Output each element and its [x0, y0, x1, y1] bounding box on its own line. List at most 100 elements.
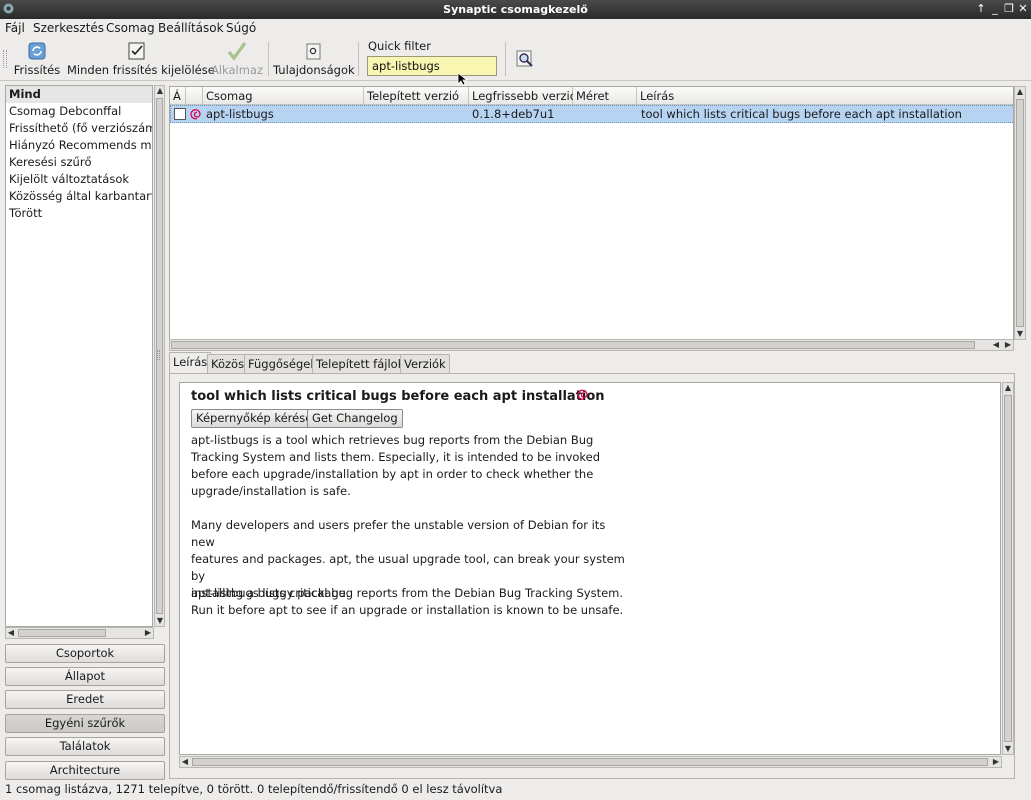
- filter-item-community-maintained[interactable]: Közösség által karbantartot: [6, 188, 152, 205]
- apply-label: Alkalmaz: [210, 63, 264, 77]
- tab-dependencies[interactable]: Függőségek: [244, 354, 322, 373]
- description-line: Run it before apt to see if an upgrade o…: [191, 603, 624, 617]
- architecture-button[interactable]: Architecture: [5, 761, 165, 780]
- cell-package-name: apt-listbugs: [206, 107, 274, 121]
- menu-settings[interactable]: Beállítások: [158, 21, 224, 35]
- filter-list-horizontal-scrollbar[interactable]: ◀ ▶: [5, 627, 154, 639]
- checkmark-icon: [227, 42, 247, 61]
- close-icon[interactable]: ✕: [1016, 2, 1030, 16]
- column-header-installed-version[interactable]: Telepített verzió: [364, 87, 469, 105]
- quick-filter-input[interactable]: [367, 56, 497, 76]
- mark-all-label: Minden frissítés kijelölése: [67, 63, 215, 77]
- quick-filter-label: Quick filter: [368, 39, 431, 53]
- custom-filters-button[interactable]: Egyéni szűrők: [5, 714, 165, 733]
- properties-label: Tulajdonságok: [273, 63, 355, 77]
- menu-help[interactable]: Súgó: [226, 21, 256, 35]
- mark-all-upgrades-button[interactable]: Minden frissítés kijelölése: [67, 40, 215, 80]
- scroll-right-arrow-icon[interactable]: ▶: [991, 757, 1001, 767]
- description-view: tool which lists critical bugs before ea…: [179, 382, 1001, 755]
- sections-button[interactable]: Csoportok: [5, 644, 165, 663]
- scroll-up-arrow-icon[interactable]: ▲: [1015, 87, 1025, 97]
- scrollbar-thumb[interactable]: [192, 758, 988, 766]
- minimize-icon[interactable]: _: [988, 2, 1002, 16]
- maximize-icon[interactable]: ❐: [1002, 2, 1016, 16]
- scroll-up-arrow-icon[interactable]: ▲: [155, 86, 165, 96]
- scroll-right-arrow-icon[interactable]: ▶: [1003, 340, 1013, 350]
- origin-button[interactable]: Eredet: [5, 690, 165, 709]
- toolbar-separator: [358, 42, 359, 76]
- tab-installed-files[interactable]: Telepített fájlok: [312, 354, 409, 373]
- get-screenshot-button[interactable]: Képernyőkép kérése: [191, 409, 318, 428]
- tab-common[interactable]: Közös: [207, 354, 249, 373]
- scroll-left-arrow-icon[interactable]: ◀: [991, 340, 1001, 350]
- debian-swirl-icon: [190, 109, 201, 120]
- filter-item-upgradable[interactable]: Frissíthető (fő verziószám v: [6, 120, 152, 137]
- tab-versions[interactable]: Verziók: [400, 354, 450, 373]
- tab-description[interactable]: Leírás: [169, 352, 212, 373]
- column-header-description[interactable]: Leírás: [637, 87, 1013, 105]
- status-bar: 1 csomag listázva, 1271 telepítve, 0 tör…: [5, 782, 503, 796]
- scroll-down-arrow-icon[interactable]: ▼: [1015, 329, 1025, 339]
- column-header-status[interactable]: Á: [170, 87, 186, 105]
- column-header-size[interactable]: Méret: [573, 87, 637, 105]
- menu-package[interactable]: Csomag: [106, 21, 155, 35]
- menu-file[interactable]: Fájl: [5, 21, 25, 35]
- filter-item-debconf[interactable]: Csomag Debconffal: [6, 103, 152, 120]
- package-table-vertical-scrollbar[interactable]: ▲ ▼: [1014, 86, 1026, 340]
- toolbar-separator: [505, 42, 506, 76]
- window-title: Synaptic csomagkezelő: [443, 3, 588, 16]
- scrollbar-thumb[interactable]: [1016, 99, 1024, 327]
- column-header-package[interactable]: Csomag: [203, 87, 364, 105]
- filter-item-missing-recommends[interactable]: Hiányzó Recommends mez: [6, 137, 152, 154]
- scroll-down-arrow-icon[interactable]: ▼: [1003, 744, 1013, 754]
- filter-item-search-filter[interactable]: Keresési szűrő: [6, 154, 152, 171]
- scroll-right-arrow-icon[interactable]: ▶: [143, 628, 153, 638]
- menu-edit[interactable]: Szerkesztés: [33, 21, 104, 35]
- menu-bar: Fájl Szerkesztés Csomag Beállítások Súgó: [0, 19, 1031, 38]
- scroll-up-arrow-icon[interactable]: ▲: [1003, 383, 1013, 393]
- toolbar-separator: [268, 42, 269, 76]
- always-on-top-icon[interactable]: ↑: [974, 2, 988, 16]
- mouse-cursor-icon: [457, 72, 469, 86]
- toolbar-grip[interactable]: [3, 50, 7, 68]
- scroll-down-arrow-icon[interactable]: ▼: [155, 616, 165, 626]
- properties-icon: [306, 43, 321, 60]
- scrollbar-thumb[interactable]: [1004, 395, 1012, 742]
- reload-icon: [28, 42, 46, 60]
- mark-upgrades-icon: [128, 42, 145, 60]
- scrollbar-thumb[interactable]: [171, 341, 975, 349]
- debian-swirl-icon: [577, 389, 588, 400]
- status-button[interactable]: Állapot: [5, 667, 165, 686]
- scroll-left-arrow-icon[interactable]: ◀: [6, 628, 16, 638]
- package-checkbox[interactable]: [174, 108, 186, 120]
- title-bar: Synaptic csomagkezelő ↑ _ ❐ ✕: [0, 0, 1031, 19]
- toolbar: Frissítés Minden frissítés kijelölése Al…: [0, 38, 1031, 86]
- column-header-latest-version[interactable]: Legfrissebb verzió: [469, 87, 577, 105]
- search-button[interactable]: [513, 40, 537, 80]
- filter-item-broken[interactable]: Törött: [6, 205, 152, 222]
- description-vertical-scrollbar[interactable]: ▲ ▼: [1002, 382, 1014, 755]
- package-table: Á Csomag Telepített verzió Legfrissebb v…: [169, 86, 1014, 340]
- search-results-button[interactable]: Találatok: [5, 737, 165, 756]
- reload-button[interactable]: Frissítés: [12, 40, 62, 80]
- filter-item-marked-changes[interactable]: Kijelölt változtatások: [6, 171, 152, 188]
- description-paragraph-3: apt-listbugs lists critical bug reports …: [191, 585, 631, 619]
- column-header-support[interactable]: [186, 87, 203, 105]
- get-changelog-button[interactable]: Get Changelog: [307, 409, 403, 428]
- scrollbar-thumb[interactable]: [18, 629, 106, 637]
- search-icon: [516, 50, 533, 67]
- filter-item-all[interactable]: Mind: [6, 86, 152, 103]
- properties-button[interactable]: Tulajdonságok: [273, 40, 355, 80]
- description-line: features and packages. apt, the usual up…: [191, 552, 625, 583]
- description-line: apt-listbugs lists critical bug reports …: [191, 586, 624, 600]
- cell-description: tool which lists critical bugs before ea…: [641, 107, 962, 121]
- description-horizontal-scrollbar[interactable]: ◀ ▶: [179, 756, 1002, 768]
- pane-splitter-handle[interactable]: [157, 350, 160, 360]
- apply-button[interactable]: Alkalmaz: [210, 40, 264, 80]
- description-line: Tracking System and lists them. Especial…: [191, 450, 601, 464]
- scroll-left-arrow-icon[interactable]: ◀: [180, 757, 190, 767]
- description-line: apt-listbugs is a tool which retrieves b…: [191, 433, 594, 447]
- package-table-horizontal-scrollbar[interactable]: ◀ ▶: [169, 339, 1014, 351]
- description-line: upgrade/installation is safe.: [191, 484, 351, 498]
- table-row[interactable]: apt-listbugs 0.1.8+deb7u1 tool which lis…: [170, 105, 1013, 123]
